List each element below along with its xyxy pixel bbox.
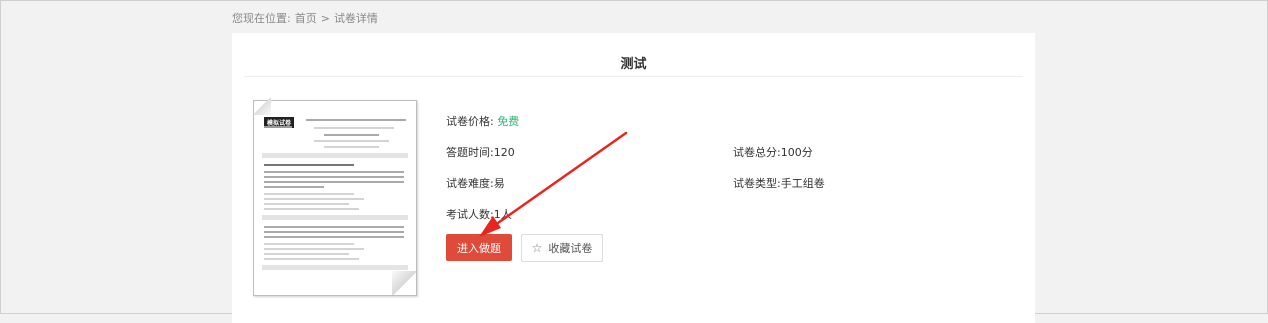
- breadcrumb-separator: >: [320, 11, 330, 25]
- star-icon: ☆: [531, 241, 543, 255]
- takers-label: 考试人数:: [446, 208, 494, 221]
- type-row: 试卷类型:手工组卷: [733, 175, 825, 191]
- time-label: 答题时间:: [446, 146, 494, 159]
- price-row: 试卷价格: 免费: [446, 113, 519, 129]
- total-score-value: 100分: [780, 146, 813, 159]
- price-label: 试卷价格:: [446, 115, 494, 128]
- price-value: 免费: [497, 115, 520, 128]
- breadcrumb-prefix: 您现在位置:: [232, 12, 291, 25]
- takers-value: 1人: [493, 208, 512, 221]
- total-score-row: 试卷总分:100分: [733, 144, 813, 160]
- time-value: 120: [493, 146, 515, 159]
- breadcrumb-home-link[interactable]: 首页: [295, 10, 317, 26]
- type-value: 手工组卷: [780, 177, 825, 190]
- favorite-label: 收藏试卷: [548, 242, 593, 255]
- paper-preview-image: 模拟试卷: [253, 100, 417, 296]
- type-label: 试卷类型:: [733, 177, 781, 190]
- total-score-label: 试卷总分:: [733, 146, 781, 159]
- paper-thumbnail: 模拟试卷: [253, 97, 418, 297]
- paper-detail-card: 测试 模拟试卷 试卷价格: 免费 答题时间:120 试卷总分:100分 试卷难度…: [232, 33, 1035, 323]
- time-row: 答题时间:120: [446, 144, 515, 160]
- breadcrumb: 您现在位置: 首页 > 试卷详情: [232, 10, 378, 26]
- breadcrumb-current: 试卷详情: [333, 12, 378, 25]
- difficulty-value: 易: [493, 177, 505, 190]
- takers-row: 考试人数:1人: [446, 206, 512, 222]
- difficulty-row: 试卷难度:易: [446, 175, 505, 191]
- start-exam-button[interactable]: 进入做题: [446, 234, 512, 261]
- page-title: 测试: [620, 57, 647, 72]
- title-divider: [244, 76, 1023, 77]
- favorite-paper-button[interactable]: ☆ 收藏试卷: [521, 234, 603, 262]
- difficulty-label: 试卷难度:: [446, 177, 494, 190]
